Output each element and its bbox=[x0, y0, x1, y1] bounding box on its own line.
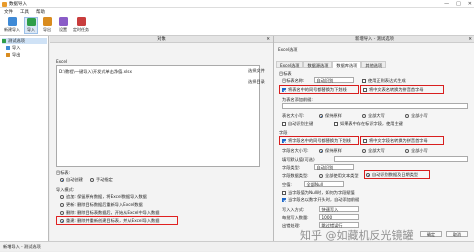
toolbar-schedule-button[interactable]: 定时任务 bbox=[72, 17, 90, 34]
numeric-prefix-checkbox[interactable]: 当字段名以数字开头时，自动添加前缀 bbox=[282, 197, 359, 203]
all-text-radio[interactable]: 全部使用文本类型 bbox=[319, 173, 359, 179]
pin-icon[interactable]: ✕ bbox=[266, 36, 270, 43]
table-replace-checkbox[interactable]: 将表名中的同号都替换为下划线 bbox=[282, 87, 347, 93]
tab-excel[interactable]: Excel选项 bbox=[276, 61, 304, 68]
field-type-label: 字段类型: bbox=[282, 165, 301, 170]
field-default-label: 填写默认值(可选) bbox=[282, 157, 315, 162]
field-type-select[interactable]: 自动识别 bbox=[314, 164, 354, 170]
batch-size-input[interactable]: 1000 bbox=[319, 214, 359, 220]
close-button[interactable]: ✕ bbox=[468, 1, 472, 7]
import-options-dialog: 新增导入 - 测试选项 ✕ Excel选项 Excel选项 数据源选项 数据库选… bbox=[273, 36, 474, 241]
title-bar: 数据导入 — □ ✕ bbox=[0, 0, 474, 8]
table-name-label: 目标表名称: bbox=[282, 78, 305, 83]
menu-bar: 文件 工具 帮助 bbox=[0, 8, 474, 15]
nav-item-export[interactable]: 导出 bbox=[6, 52, 20, 58]
source-file-list[interactable]: D:\教程\一键导入\开发式单击净值.xlsx bbox=[56, 65, 260, 167]
menu-tools[interactable]: 工具 bbox=[20, 9, 29, 15]
batch-size-label: 每批写入数量: bbox=[282, 215, 309, 220]
field-case-upper-radio[interactable]: 全部大写 bbox=[362, 148, 385, 154]
pane-header: 对象 ✕ bbox=[50, 36, 273, 43]
target-manual-radio[interactable]: 手动指定 bbox=[90, 177, 113, 183]
menu-file[interactable]: 文件 bbox=[4, 9, 13, 15]
source-path: D:\教程\一键导入\开发式单击净值.xlsx bbox=[59, 69, 132, 74]
dialog-section-label: Excel选项 bbox=[278, 47, 298, 52]
identity-primary-key-checkbox[interactable]: 如果表中存在标识字段，使用主键 bbox=[334, 121, 403, 127]
table-name-regex-option[interactable]: 使用正则表达式生成 bbox=[362, 78, 406, 84]
mode-rebuild-radio[interactable]: 重建: 删除并重新创建目标表，并从Excel导入数据 bbox=[60, 218, 159, 224]
table-case-lower-radio[interactable]: 全部小写 bbox=[405, 113, 428, 119]
null-label: 空值: bbox=[282, 182, 292, 187]
nav-item-import[interactable]: 导入 bbox=[6, 45, 20, 51]
toolbar-import-button[interactable]: 导入 bbox=[24, 17, 38, 34]
target-auto-radio[interactable]: 自动创建 bbox=[60, 177, 83, 183]
tab-datasource[interactable]: 数据源选项 bbox=[303, 61, 333, 68]
auto-primary-key-checkbox[interactable]: 自动识别主键 bbox=[282, 121, 313, 127]
watermark-text: 知乎 @如藏机反光镜罐 bbox=[300, 229, 414, 242]
cancel-button[interactable]: 取消 bbox=[446, 231, 468, 237]
field-case-keep-radio[interactable]: 保持原样 bbox=[319, 148, 342, 154]
dialog-title: 新增导入 - 测试选项 ✕ bbox=[274, 36, 474, 43]
minimize-button[interactable]: — bbox=[444, 1, 449, 7]
dialog-tabs: Excel选项 数据源选项 数据库选项 其他选项 bbox=[276, 61, 387, 68]
null-select[interactable]: 全部Null bbox=[304, 181, 344, 187]
dialog-close-icon[interactable]: ✕ bbox=[468, 36, 472, 43]
select-file-button[interactable]: 选择文件 bbox=[246, 67, 269, 75]
toolbar-settings-button[interactable]: 设置 bbox=[56, 17, 70, 34]
mode-label: 导入模式: bbox=[56, 187, 75, 192]
field-pinyin-checkbox[interactable]: 将中文字段名转换为拼音首字母 bbox=[363, 138, 428, 144]
menu-help[interactable]: 帮助 bbox=[36, 9, 45, 15]
field-case-label: 字段名大小写: bbox=[282, 148, 309, 153]
main-pane: 对象 ✕ Excel D:\教程\一键导入\开发式单击净值.xlsx 选择文件 … bbox=[50, 36, 273, 241]
settings-icon bbox=[58, 17, 68, 26]
table-pinyin-checkbox[interactable]: 将中文表名转换为拼音首字母 bbox=[363, 87, 423, 93]
field-case-lower-radio[interactable]: 全部小写 bbox=[405, 148, 428, 154]
table-case-keep-radio[interactable]: 保持原样 bbox=[319, 113, 342, 119]
window-title: 数据导入 bbox=[9, 2, 27, 7]
error-handling-label: 出错处理: bbox=[282, 223, 301, 228]
export-icon bbox=[42, 17, 52, 26]
write-mode-label: 写入入方式: bbox=[282, 207, 305, 212]
source-label: Excel bbox=[56, 59, 68, 64]
import-icon bbox=[26, 18, 36, 26]
schedule-icon bbox=[76, 17, 86, 26]
folder-icon bbox=[2, 39, 6, 43]
app-icon bbox=[2, 1, 7, 7]
table-case-upper-radio[interactable]: 全部大写 bbox=[362, 113, 385, 119]
target-table-label: 目标表: bbox=[56, 170, 70, 175]
new-import-icon bbox=[7, 17, 17, 26]
null-assign-checkbox[interactable]: 当字段值为Null时，如何为字段赋值 bbox=[282, 190, 355, 196]
prefix-input[interactable] bbox=[282, 103, 468, 109]
select-folder-button[interactable]: 选择目录 bbox=[246, 78, 269, 86]
field-default-input[interactable] bbox=[334, 156, 468, 162]
tab-other[interactable]: 其他选项 bbox=[361, 61, 387, 68]
nav-pane: 测试选项 导入 导出 bbox=[0, 36, 49, 241]
toolbar-export-button[interactable]: 导出 bbox=[40, 17, 54, 34]
auto-date-radio[interactable]: 自动识别数据及日期类型 bbox=[366, 172, 418, 178]
import-node-icon bbox=[6, 46, 10, 50]
field-replace-checkbox[interactable]: 将字段名中的同号都替换为下划线 bbox=[282, 138, 351, 144]
table-group-label: 目标表 bbox=[279, 71, 292, 76]
data-type-label: 字段数据类型: bbox=[282, 173, 309, 178]
toolbar-new-import-button[interactable]: 新建导入 bbox=[2, 17, 22, 34]
confirm-button[interactable]: 确定 bbox=[420, 231, 442, 237]
maximize-button[interactable]: □ bbox=[456, 1, 461, 7]
status-text: 新增导入 - 测试选项 bbox=[3, 244, 41, 249]
nav-item-test-options[interactable]: 测试选项 bbox=[2, 38, 47, 44]
table-case-label: 表名大小写: bbox=[282, 113, 305, 118]
mode-append-radio[interactable]: 追加: 保留原有数据，将Excel数据导入数据 bbox=[60, 194, 147, 200]
tab-database[interactable]: 数据库选项 bbox=[332, 61, 362, 68]
table-name-select[interactable]: 自动识别 bbox=[314, 77, 354, 83]
export-node-icon bbox=[6, 53, 10, 57]
write-mode-select[interactable]: 快速写入 bbox=[319, 206, 359, 212]
toolbar: 新建导入 导入 导出 设置 定时任务 bbox=[0, 15, 474, 36]
mode-update-radio[interactable]: 更新: 删除目标数据后重新导入Excel数据 bbox=[60, 202, 143, 208]
